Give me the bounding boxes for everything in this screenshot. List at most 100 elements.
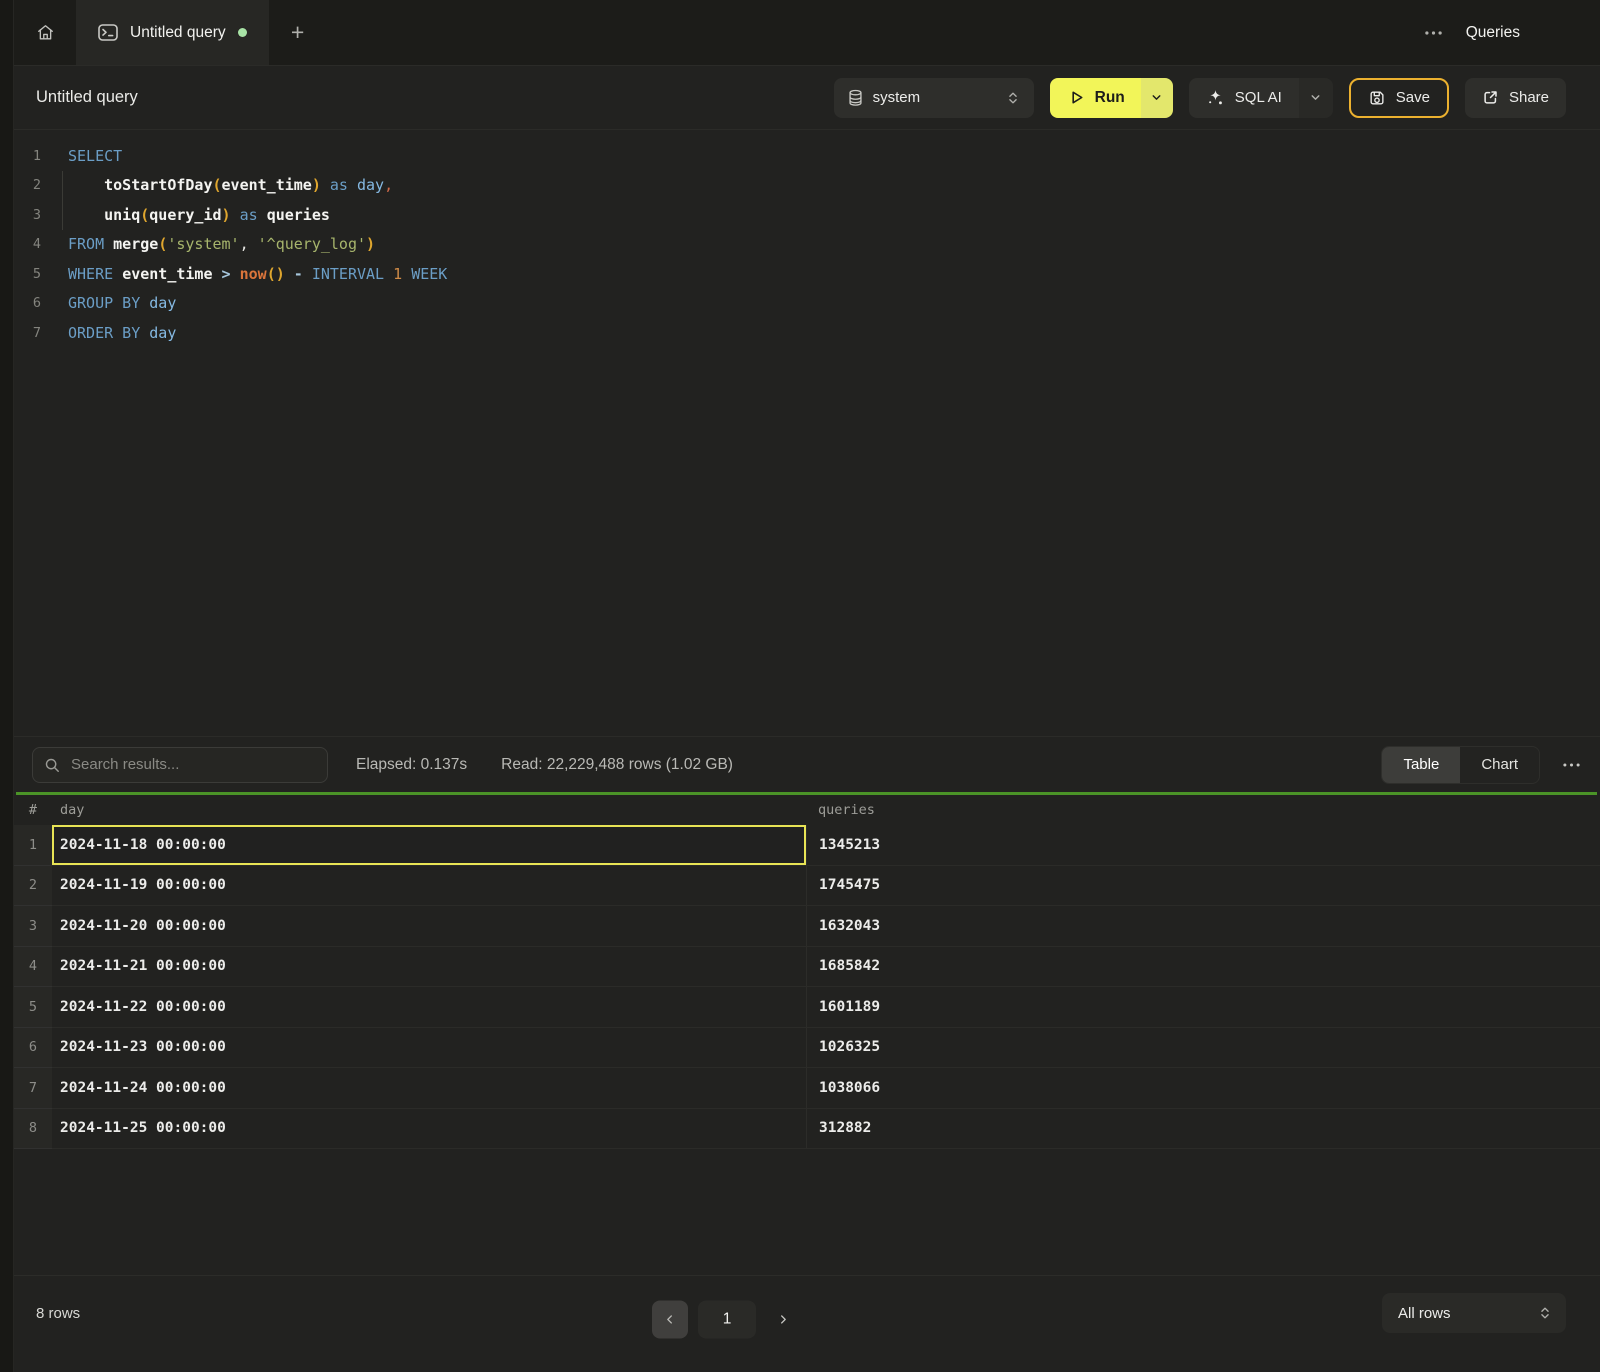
cell-queries[interactable]: 1745475 [806, 866, 1600, 907]
code-text: SELECT [62, 141, 122, 171]
run-button-label: Run [1095, 89, 1125, 107]
code-line[interactable]: 5WHERE event_time > now() - INTERVAL 1 W… [14, 259, 1600, 289]
code-line[interactable]: 6GROUP BY day [14, 289, 1600, 319]
cell-day[interactable]: 2024-11-19 00:00:00 [52, 866, 806, 907]
query-header: Untitled query system [14, 66, 1600, 130]
current-page-button[interactable]: 1 [698, 1300, 756, 1338]
cell-queries[interactable]: 1685842 [806, 947, 1600, 988]
run-button[interactable]: Run [1050, 78, 1141, 118]
results-toolbar: Elapsed: 0.137s Read: 22,229,488 rows (1… [14, 736, 1600, 792]
tabbar-right: Queries [1425, 0, 1600, 65]
line-number: 4 [14, 236, 60, 252]
cell-day[interactable]: 2024-11-21 00:00:00 [52, 947, 806, 988]
chevron-updown-icon [1006, 91, 1020, 105]
tab-chart-view[interactable]: Chart [1460, 747, 1539, 783]
tab-bar: Untitled query + Queries [14, 0, 1600, 66]
tab-overflow-button[interactable] [1425, 31, 1442, 35]
code-text: toStartOfDay(event_time) as day, [62, 171, 393, 201]
code-line[interactable]: 7ORDER BY day [14, 318, 1600, 348]
code-text: WHERE event_time > now() - INTERVAL 1 WE… [62, 259, 447, 289]
column-header-day[interactable]: day [52, 802, 806, 818]
code-line[interactable]: 1SELECT [14, 141, 1600, 171]
home-button[interactable] [14, 0, 76, 65]
cell-day[interactable]: 2024-11-22 00:00:00 [52, 987, 806, 1028]
save-icon [1368, 89, 1386, 107]
code-text: GROUP BY day [62, 289, 176, 319]
table-row: 72024-11-24 00:00:001038066 [14, 1068, 1600, 1109]
code-line[interactable]: 4FROM merge('system', '^query_log') [14, 230, 1600, 260]
cell-queries[interactable]: 1038066 [806, 1068, 1600, 1109]
chevron-left-icon [663, 1312, 677, 1326]
row-number: 1 [14, 825, 52, 866]
search-wrap [32, 747, 328, 783]
chevron-down-icon [1150, 91, 1163, 104]
tab-untitled-query[interactable]: Untitled query [76, 0, 269, 65]
ellipsis-icon [1563, 763, 1580, 767]
cell-day[interactable]: 2024-11-25 00:00:00 [52, 1109, 806, 1150]
row-count-label: 8 rows [36, 1305, 80, 1322]
search-results-input[interactable] [32, 747, 328, 783]
save-button-label: Save [1396, 89, 1430, 106]
line-number: 1 [14, 148, 60, 164]
page-size-selector[interactable]: All rows [1382, 1293, 1566, 1333]
queries-link[interactable]: Queries [1466, 24, 1520, 42]
line-number: 2 [14, 177, 60, 193]
sql-ai-button[interactable]: SQL AI [1189, 78, 1299, 118]
line-number: 7 [14, 325, 60, 341]
column-header-queries[interactable]: queries [806, 802, 1600, 818]
run-options-button[interactable] [1141, 78, 1173, 118]
cell-day[interactable]: 2024-11-18 00:00:00 [52, 825, 806, 866]
read-stat: Read: 22,229,488 rows (1.02 GB) [501, 756, 733, 774]
sparkle-icon [1206, 88, 1225, 107]
run-button-group: Run [1050, 78, 1173, 118]
tab-table-view[interactable]: Table [1382, 747, 1460, 783]
header-actions: system Run [834, 78, 1566, 118]
next-page-button[interactable] [766, 1300, 800, 1338]
cell-day[interactable]: 2024-11-23 00:00:00 [52, 1028, 806, 1069]
row-number: 4 [14, 947, 52, 988]
share-button[interactable]: Share [1465, 78, 1566, 118]
editor-lines: 1SELECT2 toStartOfDay(event_time) as day… [14, 141, 1600, 348]
database-icon [848, 89, 863, 107]
results-table-body: 12024-11-18 00:00:00134521322024-11-19 0… [14, 825, 1600, 1149]
cell-queries[interactable]: 1345213 [806, 825, 1600, 866]
left-gutter [0, 0, 14, 1372]
cell-queries[interactable]: 312882 [806, 1109, 1600, 1150]
save-button[interactable]: Save [1349, 78, 1449, 118]
sql-ai-options-button[interactable] [1299, 78, 1333, 118]
code-text: ORDER BY day [62, 318, 176, 348]
column-header-index[interactable]: # [14, 802, 52, 818]
unsaved-indicator-dot [238, 28, 247, 37]
table-row: 22024-11-19 00:00:001745475 [14, 866, 1600, 907]
line-number: 6 [14, 295, 60, 311]
chevron-updown-icon [1538, 1306, 1552, 1320]
cell-day[interactable]: 2024-11-24 00:00:00 [52, 1068, 806, 1109]
row-number: 3 [14, 906, 52, 947]
cell-queries[interactable]: 1632043 [806, 906, 1600, 947]
table-row: 42024-11-21 00:00:001685842 [14, 947, 1600, 988]
database-selector[interactable]: system [834, 78, 1034, 118]
row-number: 5 [14, 987, 52, 1028]
results-table: # day queries 12024-11-18 00:00:00134521… [14, 795, 1600, 1149]
new-tab-button[interactable]: + [269, 0, 327, 65]
results-more-button[interactable] [1556, 763, 1586, 767]
code-text: uniq(query_id) as queries [62, 200, 330, 230]
main-panel: Untitled query + Queries Untitled query [14, 0, 1600, 1372]
cell-queries[interactable]: 1601189 [806, 987, 1600, 1028]
external-link-icon [1482, 89, 1499, 106]
page-title: Untitled query [36, 88, 138, 107]
pagination: 1 [652, 1300, 800, 1338]
cell-day[interactable]: 2024-11-20 00:00:00 [52, 906, 806, 947]
results-footer: 8 rows 1 All rows [14, 1275, 1600, 1372]
chevron-right-icon [776, 1312, 790, 1326]
prev-page-button[interactable] [652, 1300, 688, 1338]
ellipsis-icon [1425, 31, 1442, 35]
sql-ai-button-group: SQL AI [1189, 78, 1333, 118]
code-line[interactable]: 2 toStartOfDay(event_time) as day, [14, 171, 1600, 201]
table-row: 82024-11-25 00:00:00312882 [14, 1109, 1600, 1150]
code-line[interactable]: 3 uniq(query_id) as queries [14, 200, 1600, 230]
home-icon [36, 23, 55, 42]
sql-editor[interactable]: 1SELECT2 toStartOfDay(event_time) as day… [14, 130, 1600, 736]
terminal-icon [98, 24, 118, 41]
cell-queries[interactable]: 1026325 [806, 1028, 1600, 1069]
